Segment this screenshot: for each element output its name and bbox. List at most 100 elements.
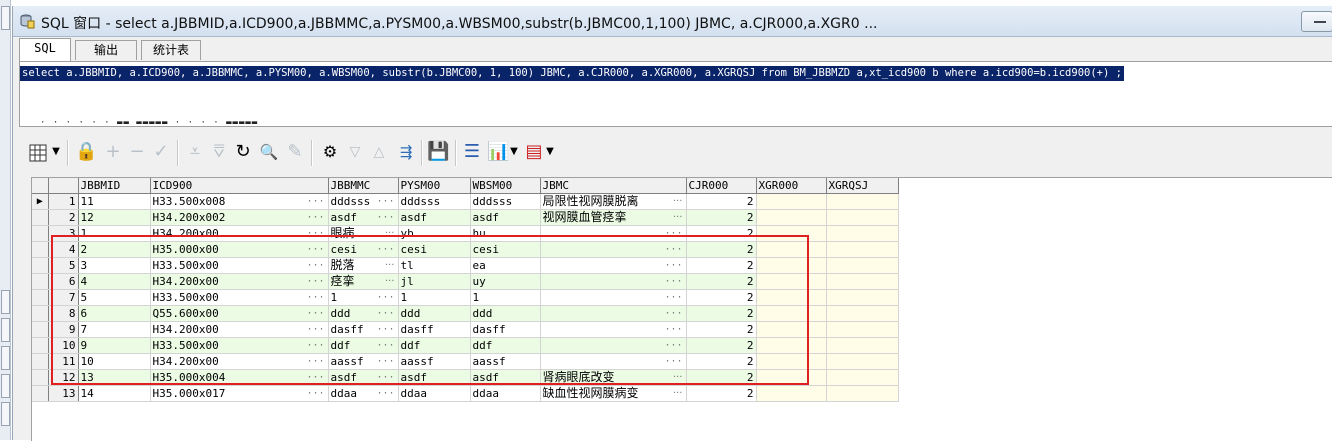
cell-editor-ellipsis-icon[interactable]: ··· bbox=[376, 242, 394, 257]
filter-icon[interactable]: ⩡ bbox=[185, 140, 205, 164]
cell-xgrqsj[interactable] bbox=[826, 273, 899, 290]
cell-editor-ellipsis-icon[interactable]: ··· bbox=[306, 322, 324, 337]
cell-xgrqsj[interactable] bbox=[826, 289, 899, 306]
sql-text-selected[interactable]: select a.JBBMID, a.ICD900, a.JBBMMC, a.P… bbox=[20, 66, 1124, 81]
cell-editor-ellipsis-icon[interactable]: ··· bbox=[306, 274, 324, 289]
column-header[interactable]: XGR000 bbox=[756, 178, 827, 194]
row-indicator[interactable] bbox=[32, 305, 49, 322]
cell-cjr000[interactable]: 2 bbox=[686, 273, 757, 290]
cell-editor-ellipsis-icon[interactable]: ··· bbox=[376, 354, 394, 369]
cell-jbmc[interactable]: 肾病眼底改变 ··· bbox=[540, 369, 687, 386]
cell-pysm00[interactable]: jl bbox=[398, 273, 471, 290]
cell-xgr000[interactable] bbox=[756, 273, 827, 290]
cell-editor-ellipsis-icon[interactable]: ··· bbox=[664, 322, 682, 337]
cell-xgr000[interactable] bbox=[756, 353, 827, 370]
cell-jbbmid[interactable]: 1 bbox=[78, 225, 151, 242]
cell-xgrqsj[interactable] bbox=[826, 209, 899, 226]
cell-editor-ellipsis-icon[interactable]: ··· bbox=[664, 338, 682, 353]
cell-xgr000[interactable] bbox=[756, 305, 827, 322]
cell-icd900[interactable]: H34.200x00 ··· bbox=[150, 353, 329, 370]
cell-editor-ellipsis-icon[interactable]: ··· bbox=[385, 274, 395, 289]
cell-editor-ellipsis-icon[interactable]: ··· bbox=[376, 338, 394, 353]
cell-xgr000[interactable] bbox=[756, 241, 827, 258]
cell-cjr000[interactable]: 2 bbox=[686, 353, 757, 370]
cell-pysm00[interactable]: asdf bbox=[398, 369, 471, 386]
cell-wbsm00[interactable]: aassf bbox=[470, 353, 541, 370]
cell-icd900[interactable]: H34.200x00 ··· bbox=[150, 321, 329, 338]
cell-icd900[interactable]: H34.200x002 ··· bbox=[150, 209, 329, 226]
table-dropdown-arrow-icon[interactable]: ▼ bbox=[545, 140, 555, 164]
cell-xgrqsj[interactable] bbox=[826, 321, 899, 338]
chart-icon[interactable]: 📊 bbox=[487, 140, 509, 164]
tab-output[interactable]: 输出 bbox=[75, 40, 137, 60]
save-icon[interactable]: 💾 bbox=[427, 140, 449, 164]
cell-jbbmid[interactable]: 10 bbox=[78, 353, 151, 370]
cell-wbsm00[interactable]: ddaa bbox=[470, 385, 541, 402]
cell-pysm00[interactable]: yb bbox=[398, 225, 471, 242]
stack-icon[interactable]: ☰ bbox=[461, 140, 483, 164]
cell-icd900[interactable]: H33.500x00 ··· bbox=[150, 289, 329, 306]
cell-wbsm00[interactable]: dddsss bbox=[470, 193, 541, 210]
cell-editor-ellipsis-icon[interactable]: ··· bbox=[664, 258, 682, 273]
cell-pysm00[interactable]: aassf bbox=[398, 353, 471, 370]
cell-wbsm00[interactable]: ddd bbox=[470, 305, 541, 322]
cell-editor-ellipsis-icon[interactable]: ··· bbox=[306, 386, 324, 401]
cell-jbbmid[interactable]: 11 bbox=[78, 193, 151, 210]
cell-editor-ellipsis-icon[interactable]: ··· bbox=[376, 322, 394, 337]
cell-cjr000[interactable]: 2 bbox=[686, 209, 757, 226]
clear-filter-icon[interactable]: ⩢ bbox=[209, 140, 229, 164]
cell-editor-ellipsis-icon[interactable]: ··· bbox=[306, 226, 324, 241]
clear-icon[interactable]: ✎ bbox=[285, 140, 305, 164]
chart-dropdown-arrow-icon[interactable]: ▼ bbox=[509, 140, 519, 164]
cell-jbbmmc[interactable]: ddaa ··· bbox=[328, 385, 399, 402]
cell-icd900[interactable]: Q55.600x00 ··· bbox=[150, 305, 329, 322]
cell-jbmc[interactable]: 局限性视网膜脱离 ··· bbox=[540, 193, 687, 210]
title-bar[interactable]: SQL 窗口 - select a.JBBMID,a.ICD900,a.JBBM… bbox=[13, 6, 1332, 37]
cell-xgr000[interactable] bbox=[756, 369, 827, 386]
cell-jbbmmc[interactable]: 眼病 ··· bbox=[328, 225, 399, 242]
cell-jbbmid[interactable]: 9 bbox=[78, 337, 151, 354]
cell-pysm00[interactable]: tl bbox=[398, 257, 471, 274]
post-icon[interactable]: ✓ bbox=[151, 140, 171, 164]
cell-jbbmid[interactable]: 5 bbox=[78, 289, 151, 306]
cell-icd900[interactable]: H34.200x00 ··· bbox=[150, 273, 329, 290]
cell-editor-ellipsis-icon[interactable]: ··· bbox=[306, 194, 324, 209]
current-row-indicator-icon[interactable]: ▶ bbox=[32, 193, 49, 210]
cell-editor-ellipsis-icon[interactable]: ··· bbox=[376, 306, 394, 321]
cell-jbbmid[interactable]: 2 bbox=[78, 241, 151, 258]
cell-xgr000[interactable] bbox=[756, 257, 827, 274]
cell-editor-ellipsis-icon[interactable]: ··· bbox=[376, 210, 394, 225]
cell-pysm00[interactable]: dasff bbox=[398, 321, 471, 338]
tab-statistics[interactable]: 统计表 bbox=[141, 40, 201, 60]
cell-jbmc[interactable]: 缺血性视网膜病变 ··· bbox=[540, 385, 687, 402]
row-indicator[interactable] bbox=[32, 257, 49, 274]
column-header[interactable]: ICD900 bbox=[150, 178, 329, 194]
cell-jbbmid[interactable]: 14 bbox=[78, 385, 151, 402]
cell-jbbmid[interactable]: 12 bbox=[78, 209, 151, 226]
column-header[interactable]: JBBMMC bbox=[328, 178, 399, 194]
row-indicator[interactable] bbox=[32, 385, 49, 402]
grid-icon[interactable] bbox=[29, 144, 49, 164]
cell-icd900[interactable]: H34.200x00 ··· bbox=[150, 225, 329, 242]
cell-editor-ellipsis-icon[interactable]: ··· bbox=[664, 226, 682, 241]
cell-xgrqsj[interactable] bbox=[826, 353, 899, 370]
cell-jbbmid[interactable]: 4 bbox=[78, 273, 151, 290]
cell-icd900[interactable]: H35.000x017 ··· bbox=[150, 385, 329, 402]
cell-pysm00[interactable]: ddaa bbox=[398, 385, 471, 402]
find-icon[interactable]: 🔍 bbox=[257, 140, 281, 164]
cell-editor-ellipsis-icon[interactable]: ··· bbox=[306, 258, 324, 273]
add-row-icon[interactable]: + bbox=[103, 140, 123, 164]
row-indicator[interactable] bbox=[32, 225, 49, 242]
next-icon[interactable]: ▽ bbox=[345, 140, 365, 164]
cell-editor-ellipsis-icon[interactable]: ··· bbox=[306, 338, 324, 353]
cell-jbbmmc[interactable]: cesi ··· bbox=[328, 241, 399, 258]
cell-editor-ellipsis-icon[interactable]: ··· bbox=[376, 386, 394, 401]
cell-editor-ellipsis-icon[interactable]: ··· bbox=[664, 354, 682, 369]
column-header[interactable]: PYSM00 bbox=[398, 178, 471, 194]
cell-jbmc[interactable]: ··· bbox=[540, 305, 687, 322]
table-row[interactable]: 9 7 H34.200x00 ··· dasff ··· dasff dasff ··· 2 bbox=[32, 321, 1298, 338]
minimize-button[interactable] bbox=[1301, 11, 1332, 32]
cell-cjr000[interactable]: 2 bbox=[686, 289, 757, 306]
table-row[interactable]: 6 4 H34.200x00 ··· 痉挛 ··· jl uy ··· 2 bbox=[32, 273, 1298, 290]
cell-editor-ellipsis-icon[interactable]: ··· bbox=[673, 370, 683, 385]
